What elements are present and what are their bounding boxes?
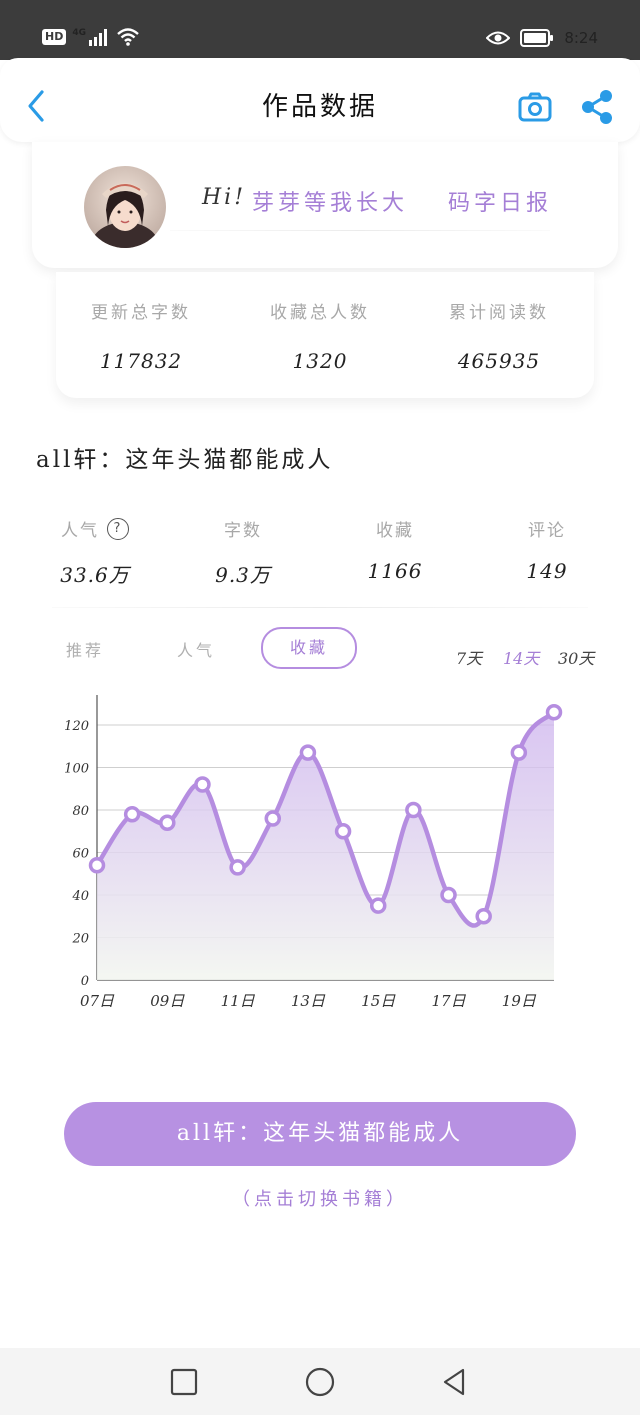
summary-label: 累计阅读数 xyxy=(449,303,549,323)
y-tick-label: 120 xyxy=(64,719,89,734)
data-point xyxy=(88,857,106,874)
system-back-button[interactable] xyxy=(437,1365,471,1399)
data-point xyxy=(440,886,457,904)
x-tick-label: 15日 xyxy=(361,992,396,1010)
y-tick-label: 80 xyxy=(72,804,89,819)
x-tick-label: 13日 xyxy=(291,992,326,1010)
data-point xyxy=(510,744,528,761)
summary-value: 117832 xyxy=(99,349,183,373)
x-tick-label: 11日 xyxy=(221,992,256,1010)
summary-label: 收藏总人数 xyxy=(270,303,370,323)
status-left: HD 4G xyxy=(42,26,140,48)
signal-icon xyxy=(89,29,107,46)
range-30-days[interactable]: 30天 xyxy=(558,645,594,669)
data-point xyxy=(194,776,211,793)
x-tick-label: 19日 xyxy=(502,992,537,1010)
avatar[interactable] xyxy=(84,166,166,248)
tab-favorites[interactable]: 收藏 xyxy=(261,627,357,669)
camera-icon xyxy=(518,92,552,122)
data-point xyxy=(545,704,563,721)
username: 芽芽等我长大 xyxy=(252,191,409,216)
square-icon xyxy=(170,1368,198,1396)
book-stat-comments: 评论 149 xyxy=(492,516,602,583)
y-tick-label: 100 xyxy=(64,762,89,777)
book-stat-label: 评论 xyxy=(528,521,566,541)
series-area xyxy=(97,712,554,980)
book-stat-popularity: 人气 ? 33.6万 xyxy=(40,516,150,588)
y-tick-label: 60 xyxy=(72,847,89,862)
switch-book-hint[interactable]: （点击切换书籍） xyxy=(0,1185,640,1211)
summary-total-words: 更新总字数 117832 xyxy=(51,298,231,373)
tab-recommend[interactable]: 推荐 xyxy=(66,637,104,661)
status-time: 8:24 xyxy=(564,29,598,47)
wifi-icon xyxy=(117,28,139,46)
x-tick-label: 09日 xyxy=(150,992,185,1010)
book-stat-label: 字数 xyxy=(224,521,262,541)
summary-total-favorites: 收藏总人数 1320 xyxy=(230,298,410,373)
data-point xyxy=(159,814,176,831)
back-button[interactable] xyxy=(22,88,52,124)
camera-button[interactable] xyxy=(517,90,553,124)
favorites-line-chart: 0 20 40 60 80 100 120 07日 09日 11日 13日 15日 17日 19日 xyxy=(64,695,563,1010)
data-point xyxy=(405,801,422,819)
summary-value: 465935 xyxy=(457,349,541,373)
share-button[interactable] xyxy=(578,88,616,126)
help-circle-icon[interactable]: ? xyxy=(107,517,129,540)
book-stat-word-count: 字数 9.3万 xyxy=(188,516,298,588)
y-tick-label: 40 xyxy=(71,889,89,904)
eye-icon xyxy=(486,31,511,45)
tab-popularity[interactable]: 人气 xyxy=(177,637,215,661)
chevron-left-icon xyxy=(28,90,44,122)
daily-report-link[interactable]: 码字日报 xyxy=(448,185,552,217)
data-point xyxy=(334,823,352,840)
book-stat-label: 收藏 xyxy=(376,521,414,541)
stats-divider xyxy=(52,607,588,608)
book-title: all轩：这年头猫都能成人 xyxy=(36,447,334,473)
avatar-image xyxy=(84,166,166,248)
book-stat-label: 人气 xyxy=(61,521,99,541)
data-point xyxy=(229,859,246,876)
book-stat-favorites: 收藏 1166 xyxy=(340,516,450,583)
book-stat-value: 149 xyxy=(526,559,568,583)
data-point xyxy=(475,908,492,925)
triangle-back-icon xyxy=(443,1368,465,1396)
summary-value: 1320 xyxy=(292,349,348,373)
recent-apps-button[interactable] xyxy=(168,1366,200,1398)
data-point xyxy=(299,744,317,761)
greeting-text: Hi! xyxy=(202,185,247,210)
book-stat-value: 1166 xyxy=(367,559,423,583)
hd-badge: HD xyxy=(42,29,67,45)
data-point xyxy=(123,806,141,823)
home-button[interactable] xyxy=(303,1365,337,1399)
x-tick-label: 07日 xyxy=(80,992,115,1010)
status-right: 8:24 xyxy=(486,26,598,50)
data-point xyxy=(369,897,387,914)
book-stat-value: 33.6万 xyxy=(60,563,130,587)
range-7-days[interactable]: 7天 xyxy=(456,645,482,669)
profile-divider xyxy=(170,230,550,231)
book-stat-value: 9.3万 xyxy=(215,563,271,587)
battery-icon xyxy=(520,29,554,47)
switch-book-button[interactable]: all轩：这年头猫都能成人 xyxy=(64,1102,576,1166)
y-tick-label: 20 xyxy=(71,932,89,947)
y-tick-label: 0 xyxy=(81,974,89,989)
share-icon xyxy=(582,90,612,124)
network-label: 4G xyxy=(72,28,86,38)
summary-total-reads: 累计阅读数 465935 xyxy=(409,298,589,373)
circle-icon xyxy=(305,1367,335,1397)
range-14-days[interactable]: 14天 xyxy=(503,645,539,669)
summary-label: 更新总字数 xyxy=(91,303,191,323)
data-point xyxy=(264,810,282,827)
x-tick-label: 17日 xyxy=(431,992,466,1010)
